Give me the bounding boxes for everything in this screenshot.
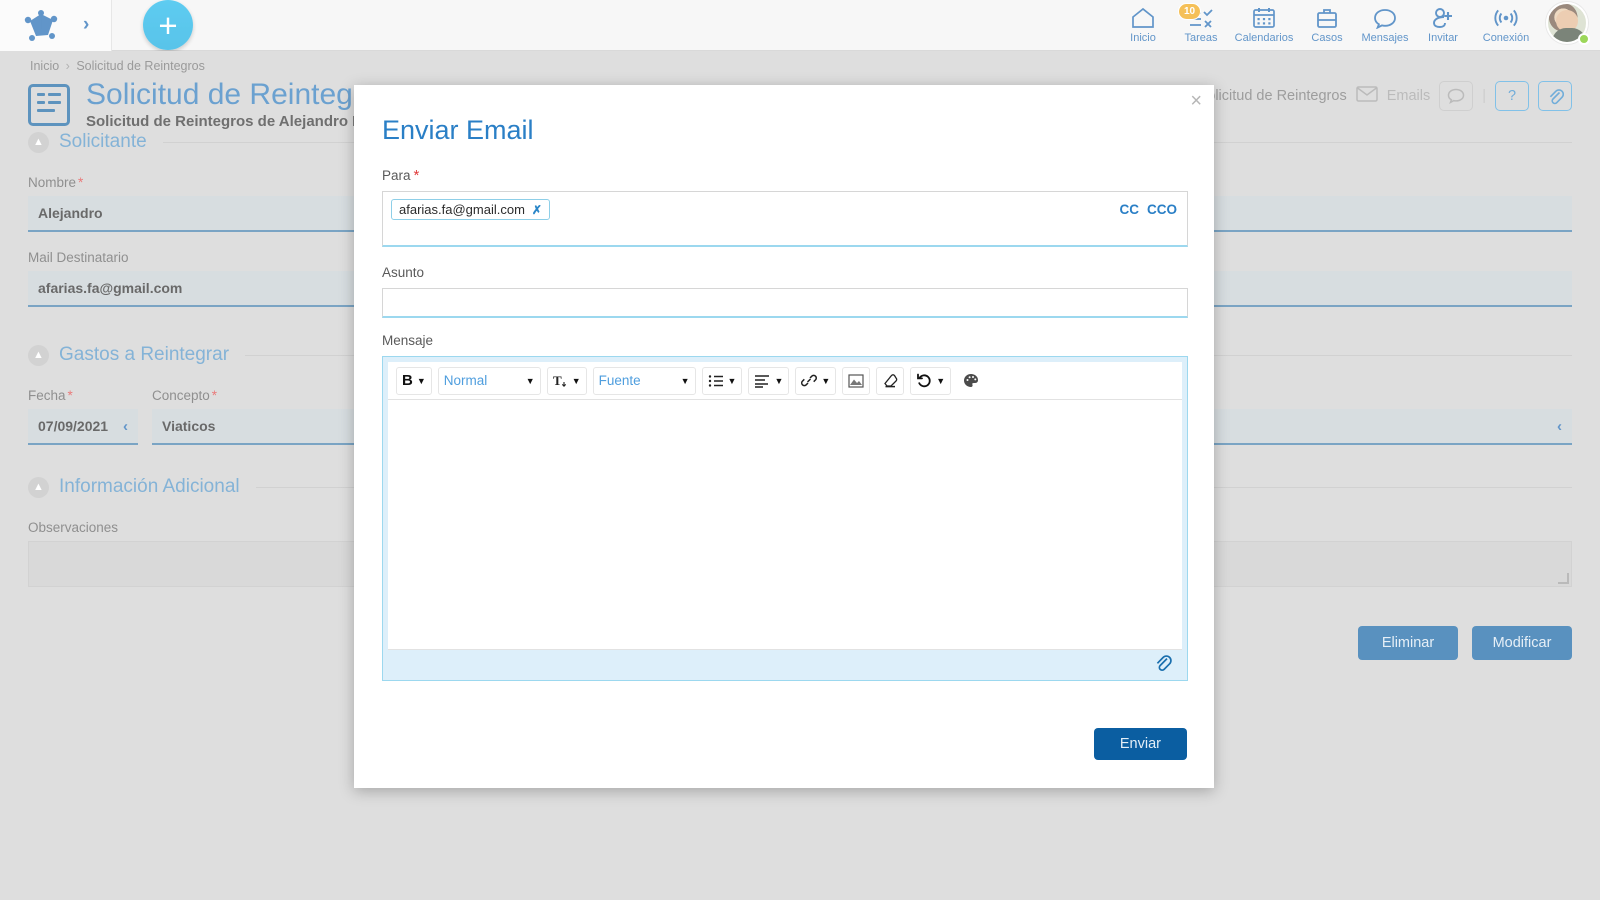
chevron-down-icon[interactable]: ▼ — [821, 376, 830, 386]
cco-link[interactable]: CCO — [1147, 202, 1177, 217]
message-body[interactable] — [388, 400, 1182, 650]
link-icon — [801, 373, 818, 388]
close-icon[interactable]: × — [1190, 91, 1202, 111]
eraser-icon — [882, 373, 898, 388]
recipient-chip-email: afarias.fa@gmail.com — [399, 202, 525, 217]
toolbar-list-button[interactable]: ▼ — [701, 366, 743, 395]
toolbar-align-button[interactable]: ▼ — [748, 366, 790, 395]
label-mensaje: Mensaje — [382, 333, 434, 348]
undo-icon — [916, 373, 932, 388]
chevron-down-icon[interactable]: ▼ — [572, 376, 581, 386]
toolbar-link-button[interactable]: ▼ — [795, 366, 837, 395]
label-para-text: Para — [382, 168, 411, 183]
chevron-down-icon[interactable]: ▼ — [774, 376, 783, 386]
label-asunto: Asunto — [382, 265, 425, 280]
paragraph-style-icon: Normal — [443, 373, 488, 388]
recipients-input[interactable]: afarias.fa@gmail.com ✗ CC CCO — [382, 191, 1188, 247]
font-size-icon: T — [553, 373, 568, 388]
dialog-title: Enviar Email — [382, 115, 534, 145]
chevron-down-icon[interactable]: ▼ — [681, 376, 690, 386]
toolbar-paragraph-style[interactable]: Normal ▼ — [437, 366, 541, 395]
cc-link[interactable]: CC — [1120, 202, 1140, 217]
chevron-down-icon[interactable]: ▼ — [936, 376, 945, 386]
toolbar-image-button[interactable] — [842, 366, 871, 395]
image-icon — [848, 373, 864, 388]
svg-text:T: T — [553, 373, 562, 388]
cc-cco-links: CC CCO — [1120, 202, 1178, 217]
send-email-dialog: × Enviar Email Para * afarias.fa@gmail.co… — [354, 85, 1214, 788]
toolbar-bold-button[interactable]: B ▼ — [396, 366, 432, 395]
toolbar-undo-button[interactable]: ▼ — [910, 366, 952, 395]
palette-icon — [963, 373, 979, 388]
toolbar-color-button[interactable] — [957, 366, 986, 395]
editor-toolbar: B ▼ Normal ▼ T ▼ Fuente ▼ ▼ ▼ ▼ ▼ — [388, 362, 1182, 400]
message-editor: B ▼ Normal ▼ T ▼ Fuente ▼ ▼ ▼ ▼ ▼ — [382, 356, 1188, 681]
paperclip-icon[interactable] — [1154, 654, 1172, 677]
toolbar-eraser-button[interactable] — [876, 366, 905, 395]
font-family-icon: Fuente — [598, 373, 641, 388]
chevron-down-icon[interactable]: ▼ — [417, 376, 426, 386]
required-marker: * — [413, 167, 420, 184]
editor-footer — [388, 650, 1182, 680]
bold-icon: B — [402, 372, 413, 389]
label-para: Para * — [382, 167, 1188, 184]
bullet-list-icon — [708, 374, 724, 388]
toolbar-font-size[interactable]: T ▼ — [546, 366, 587, 395]
align-left-icon — [754, 374, 770, 388]
toolbar-font-family[interactable]: Fuente ▼ — [592, 366, 696, 395]
send-button[interactable]: Enviar — [1093, 728, 1187, 760]
chevron-down-icon[interactable]: ▼ — [526, 376, 535, 386]
recipient-chip[interactable]: afarias.fa@gmail.com ✗ — [391, 199, 550, 220]
subject-input[interactable] — [382, 288, 1188, 318]
dialog-actions: Enviar — [1093, 728, 1187, 760]
remove-recipient-icon[interactable]: ✗ — [532, 203, 542, 217]
chevron-down-icon[interactable]: ▼ — [728, 376, 737, 386]
